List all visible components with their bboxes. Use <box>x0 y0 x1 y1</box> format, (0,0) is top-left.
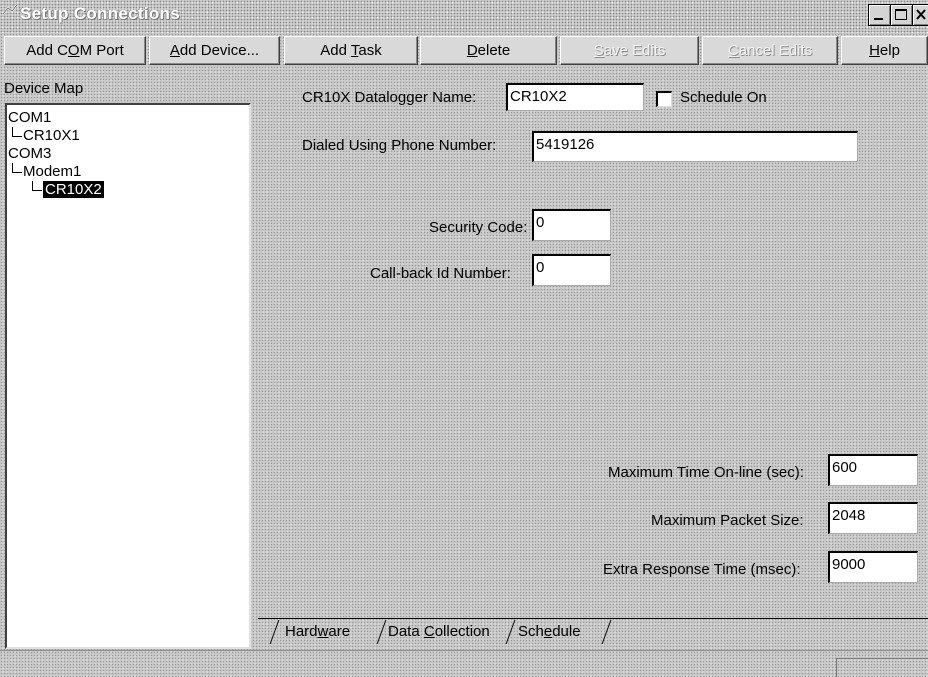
add-com-port-hotkey: O <box>67 42 80 59</box>
tab-hardware[interactable]: Hardware <box>285 622 350 642</box>
tab-hardware-hotkey: w <box>317 623 329 640</box>
schedule-on-label: Schedule On <box>680 89 767 106</box>
add-task-label-rest: ask <box>358 42 382 59</box>
tree-item-cr10x2[interactable]: CR10X2 <box>32 181 104 199</box>
max-time-online-label: Maximum Time On-line (sec): <box>608 464 804 481</box>
phone-number-label: Dialed Using Phone Number: <box>302 137 497 154</box>
tree-branch-connector <box>12 163 22 173</box>
add-com-port-label: Add C <box>26 42 68 59</box>
tree-item-com1[interactable]: COM1 <box>8 109 51 127</box>
tab-divider <box>269 620 280 644</box>
minimize-button[interactable] <box>868 4 891 26</box>
add-task-button[interactable]: Add Task <box>284 36 418 65</box>
tab-strip-border <box>258 618 928 619</box>
schedule-on-checkbox[interactable] <box>656 91 672 107</box>
tab-divider <box>601 620 612 644</box>
save-edits-button[interactable]: Save Edits <box>560 36 699 65</box>
delete-hotkey: D <box>466 42 478 59</box>
status-panel <box>836 658 928 677</box>
tab-hardware-label: Hard <box>285 623 318 640</box>
max-time-online-field[interactable]: 600 <box>828 454 918 486</box>
add-task-label: Add <box>320 42 351 59</box>
tab-data-collection-hotkey: C <box>423 623 435 640</box>
tab-schedule-hotkey: e <box>543 623 553 640</box>
device-map-tree[interactable]: COM1 CR10X1 COM3 Modem1 CR10X2 <box>5 103 251 649</box>
maximize-icon <box>895 9 907 20</box>
app-icon <box>2 4 18 15</box>
tree-item-label: COM1 <box>8 109 52 126</box>
title-bar[interactable]: Setup Connections <box>0 0 928 33</box>
save-edits-label-rest: ave Edits <box>603 42 666 59</box>
close-icon <box>916 9 926 20</box>
tree-item-label: CR10X2 <box>43 181 104 198</box>
tree-item-label: COM3 <box>8 145 52 162</box>
max-packet-size-label: Maximum Packet Size: <box>651 512 804 529</box>
help-label-rest: elp <box>879 42 900 59</box>
close-button[interactable] <box>912 4 928 26</box>
datalogger-name-label: CR10X Datalogger Name: <box>302 89 477 106</box>
tree-item-modem1[interactable]: Modem1 <box>12 163 81 181</box>
device-map-label: Device Map <box>4 80 84 97</box>
cancel-edits-label-rest: ancel Edits <box>738 42 813 59</box>
tab-schedule-label: Sch <box>518 623 544 640</box>
security-code-field[interactable]: 0 <box>532 209 611 241</box>
add-device-button[interactable]: Add Device... <box>149 36 280 65</box>
tab-schedule-label-rest: dule <box>552 623 581 640</box>
tree-branch-connector <box>32 181 42 191</box>
save-edits-hotkey: S <box>593 42 604 59</box>
tab-schedule[interactable]: Schedule <box>518 622 581 642</box>
add-com-port-button[interactable]: Add COM Port <box>4 36 146 65</box>
phone-number-field[interactable]: 5419126 <box>532 131 858 162</box>
delete-label-rest: elete <box>477 42 511 59</box>
tree-item-com3[interactable]: COM3 <box>8 145 51 163</box>
add-device-label-rest: dd Device... <box>179 42 260 59</box>
tree-item-label: CR10X1 <box>23 127 80 144</box>
tree-item-label: Modem1 <box>23 163 82 180</box>
tree-item-cr10x1[interactable]: CR10X1 <box>12 127 80 145</box>
tree-branch-connector <box>12 127 22 137</box>
tab-divider <box>505 620 516 644</box>
window-title: Setup Connections <box>20 4 180 23</box>
minimize-icon <box>874 18 883 20</box>
extra-response-time-field[interactable]: 9000 <box>828 551 918 583</box>
cancel-edits-hotkey: C <box>727 42 739 59</box>
callback-id-label: Call-back Id Number: <box>370 265 511 282</box>
cancel-edits-button[interactable]: Cancel Edits <box>702 36 838 65</box>
extra-response-time-label: Extra Response Time (msec): <box>603 561 801 578</box>
status-bar <box>0 650 928 651</box>
max-packet-size-field[interactable]: 2048 <box>828 502 918 534</box>
help-button[interactable]: Help <box>841 36 928 65</box>
add-device-hotkey: A <box>169 42 180 59</box>
help-hotkey: H <box>869 42 880 59</box>
add-com-port-label-rest: M Port <box>79 42 124 59</box>
security-code-label: Security Code: <box>429 219 528 236</box>
tab-data-collection-label: Data <box>388 623 424 640</box>
tab-data-collection[interactable]: Data Collection <box>388 622 490 642</box>
callback-id-field[interactable]: 0 <box>532 254 611 286</box>
tab-hardware-label-rest: are <box>328 623 351 640</box>
datalogger-name-field[interactable]: CR10X2 <box>506 83 644 111</box>
maximize-button[interactable] <box>890 4 913 26</box>
delete-button[interactable]: Delete <box>420 36 557 65</box>
tab-divider <box>376 620 387 644</box>
tab-data-collection-label-rest: ollection <box>434 623 490 640</box>
